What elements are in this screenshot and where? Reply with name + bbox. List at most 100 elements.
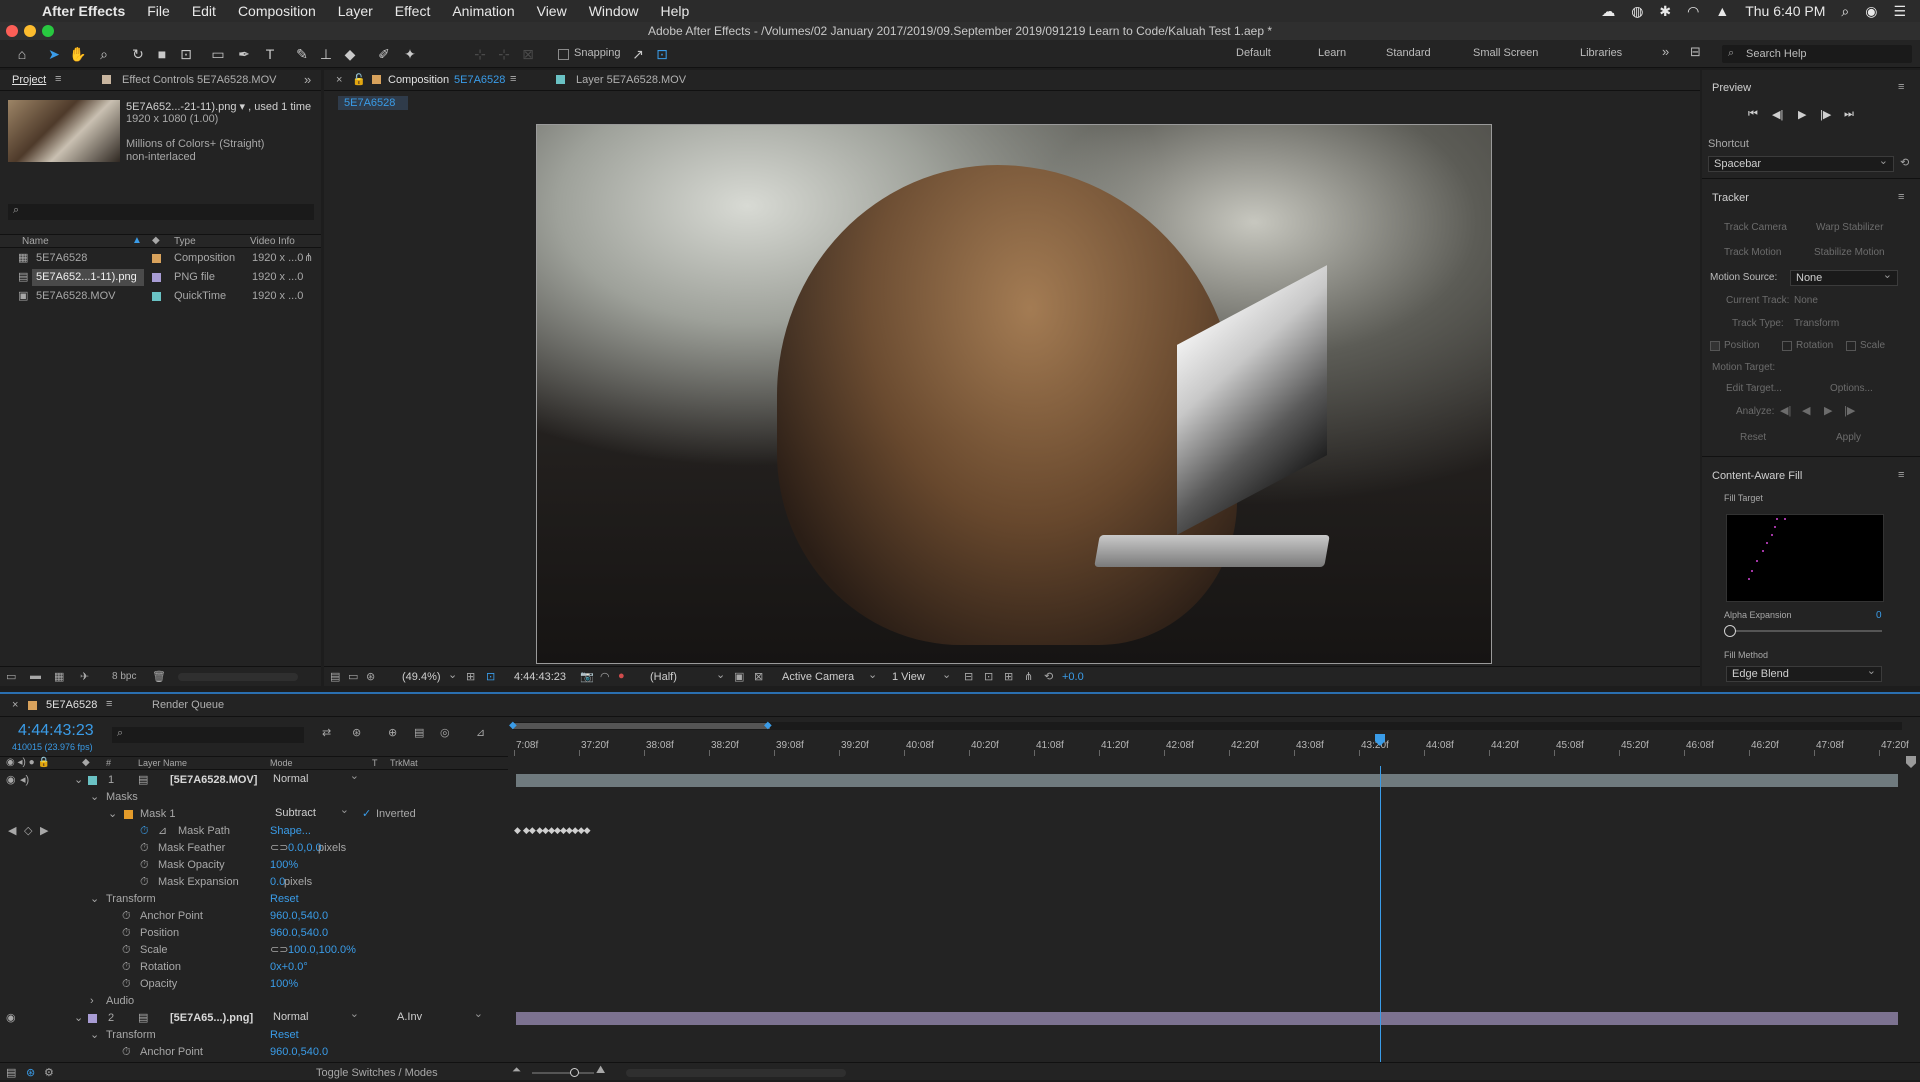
- add-keyframe-icon[interactable]: ◇: [24, 823, 32, 840]
- transform-group-row[interactable]: ⌄ Transform Reset: [0, 891, 508, 908]
- label-swatch[interactable]: [152, 273, 161, 282]
- stopwatch-icon[interactable]: ⏱: [122, 925, 131, 942]
- timeline-current-time[interactable]: 4:44:43:23: [18, 722, 94, 740]
- mask-path-keyframes[interactable]: ◆ ◆◆ ◆◆◆◆◆◆◆◆◆: [514, 825, 604, 838]
- stopwatch-icon[interactable]: ⏱: [140, 823, 149, 840]
- mask-name[interactable]: Mask 1: [140, 806, 175, 823]
- track-matte-select[interactable]: A.Inv: [392, 1007, 488, 1026]
- stopwatch-icon[interactable]: ⏱: [140, 840, 149, 857]
- eraser-tool-icon[interactable]: ◆: [340, 44, 360, 64]
- column-number[interactable]: #: [106, 758, 111, 768]
- expand-chevron-icon[interactable]: ⌄: [74, 1010, 83, 1027]
- close-timeline-tab-icon[interactable]: ×: [12, 699, 18, 711]
- analyze-forward-one-icon[interactable]: |▶: [1844, 404, 1855, 417]
- property-value[interactable]: 0.0: [270, 874, 285, 891]
- expand-chevron-icon[interactable]: ⌄: [90, 1027, 99, 1044]
- stopwatch-icon[interactable]: ⏱: [122, 1044, 131, 1061]
- mask-feather-row[interactable]: ⏱ Mask Feather ⊂⊃ 0.0,0.0 pixels: [0, 840, 508, 857]
- mask-opacity-row[interactable]: ⏱ Mask Opacity 100%: [0, 857, 508, 874]
- property-value[interactable]: 0.0,0.0: [288, 840, 322, 857]
- column-layer-name[interactable]: Layer Name: [138, 758, 187, 768]
- opacity-row[interactable]: ⏱ Opacity 100%: [0, 976, 508, 993]
- tracker-apply-button[interactable]: Apply: [1836, 432, 1861, 443]
- rotation-row[interactable]: ⏱ Rotation 0x+0.0°: [0, 959, 508, 976]
- rectangle-tool-icon[interactable]: ▭: [208, 44, 228, 64]
- layer-2-bar[interactable]: [516, 1012, 1898, 1025]
- analyze-forward-icon[interactable]: ▶: [1824, 404, 1832, 417]
- options-button[interactable]: Options...: [1830, 383, 1873, 394]
- column-mode[interactable]: Mode: [270, 758, 293, 768]
- snapping-target-icon[interactable]: ⊡: [652, 44, 672, 64]
- notification-icon[interactable]: ☰: [1893, 3, 1906, 20]
- constrain-icon[interactable]: ⊂⊃: [270, 840, 288, 857]
- tab-composition-name[interactable]: 5E7A6528: [454, 74, 505, 86]
- property-value[interactable]: 100.0,100.0%: [288, 942, 356, 959]
- workspace-small-screen[interactable]: Small Screen: [1473, 47, 1538, 59]
- new-folder-icon[interactable]: ▬: [30, 670, 41, 682]
- cloud-icon[interactable]: ☁: [1601, 3, 1615, 20]
- mask-visibility-icon[interactable]: ⊛: [366, 670, 375, 683]
- rotation-checkbox[interactable]: [1782, 341, 1792, 351]
- clone-stamp-tool-icon[interactable]: ⊥: [316, 44, 336, 64]
- composition-viewer[interactable]: [536, 124, 1492, 664]
- hand-tool-icon[interactable]: ✋: [68, 44, 88, 64]
- project-item-row[interactable]: ▤ 5E7A652...1-11).png PNG file 1920 x ..…: [0, 269, 321, 286]
- expand-chevron-icon[interactable]: ›: [90, 993, 94, 1010]
- close-tab-icon[interactable]: ×: [336, 74, 342, 86]
- workspace-overflow-icon[interactable]: »: [1662, 44, 1669, 59]
- in-out-icon[interactable]: ⚙: [44, 1066, 54, 1079]
- adjust-settings-icon[interactable]: ✈: [80, 670, 89, 683]
- work-area-start-handle[interactable]: ◆: [509, 720, 517, 731]
- layer-switches-icon[interactable]: ▤: [6, 1066, 16, 1079]
- stopwatch-icon[interactable]: ⏱: [140, 874, 149, 891]
- zoom-out-icon[interactable]: ⏶: [512, 1064, 521, 1077]
- expand-chevron-icon[interactable]: ⌄: [74, 772, 83, 789]
- airplay-icon[interactable]: ▲: [1715, 3, 1729, 19]
- bpc-toggle[interactable]: 8 bpc: [112, 671, 136, 682]
- constrain-proportions-icon[interactable]: ⊂⊃: [270, 942, 288, 959]
- layer-row-2[interactable]: ◉ ⌄ 2 ▤ [5E7A65...).png] Normal A.Inv: [0, 1007, 508, 1027]
- toggle-transparency-icon[interactable]: ⊠: [754, 670, 763, 683]
- layer-mode-select[interactable]: Normal: [268, 769, 364, 788]
- tracker-menu-icon[interactable]: ≡: [1898, 191, 1904, 203]
- timeline-icon[interactable]: ⊞: [1004, 670, 1013, 683]
- layer-1-bar[interactable]: [516, 774, 1898, 787]
- spotlight-icon[interactable]: ⌕: [1841, 3, 1849, 20]
- position-row[interactable]: ⏱ Position 960.0,540.0: [0, 925, 508, 942]
- stopwatch-icon[interactable]: ⏱: [122, 942, 131, 959]
- edit-target-button[interactable]: Edit Target...: [1726, 383, 1782, 394]
- work-area-range[interactable]: [512, 723, 770, 729]
- analyze-backward-icon[interactable]: ◀: [1802, 404, 1810, 417]
- sort-ascending-icon[interactable]: ▲: [132, 235, 142, 246]
- camera-select[interactable]: Active Camera: [782, 671, 854, 683]
- rotate-tool-icon[interactable]: ↻: [128, 44, 148, 64]
- playhead-line[interactable]: [1380, 766, 1381, 1062]
- inverted-checkbox-icon[interactable]: ✓: [362, 806, 371, 823]
- stopwatch-icon[interactable]: ⏱: [122, 959, 131, 976]
- pan-behind-tool-icon[interactable]: ⊡: [176, 44, 196, 64]
- flowchart-breadcrumb[interactable]: 5E7A6528: [338, 96, 408, 110]
- always-preview-icon[interactable]: ▤: [330, 670, 340, 683]
- comp-panel-menu-icon[interactable]: ≡: [510, 73, 516, 85]
- shortcut-select[interactable]: Spacebar: [1708, 154, 1894, 172]
- app-menu[interactable]: After Effects: [42, 3, 125, 19]
- property-value[interactable]: 100%: [270, 976, 298, 993]
- minimize-window-button[interactable]: [24, 25, 36, 37]
- workspace-default[interactable]: Default: [1236, 47, 1271, 59]
- property-value[interactable]: 0x+0.0°: [270, 959, 308, 976]
- fill-method-select[interactable]: Edge Blend: [1726, 664, 1882, 682]
- tab-project[interactable]: Project: [12, 74, 46, 86]
- workspace-standard[interactable]: Standard: [1386, 47, 1431, 59]
- comp-mini-flowchart-icon[interactable]: ⇄: [322, 726, 331, 739]
- menu-edit[interactable]: Edit: [192, 3, 216, 19]
- tab-composition[interactable]: Composition: [388, 74, 449, 86]
- label-swatch[interactable]: [152, 292, 161, 301]
- menu-help[interactable]: Help: [661, 3, 690, 19]
- audio-icon[interactable]: ◂): [20, 772, 29, 789]
- toggle-switches-modes[interactable]: Toggle Switches / Modes: [316, 1067, 438, 1079]
- stopwatch-icon[interactable]: ⏱: [140, 857, 149, 874]
- expand-chevron-icon[interactable]: ⌄: [90, 891, 99, 908]
- column-video-info[interactable]: Video Info: [250, 236, 295, 247]
- stabilize-motion-button[interactable]: Stabilize Motion: [1814, 247, 1885, 258]
- transform-reset-link[interactable]: Reset: [270, 1027, 299, 1044]
